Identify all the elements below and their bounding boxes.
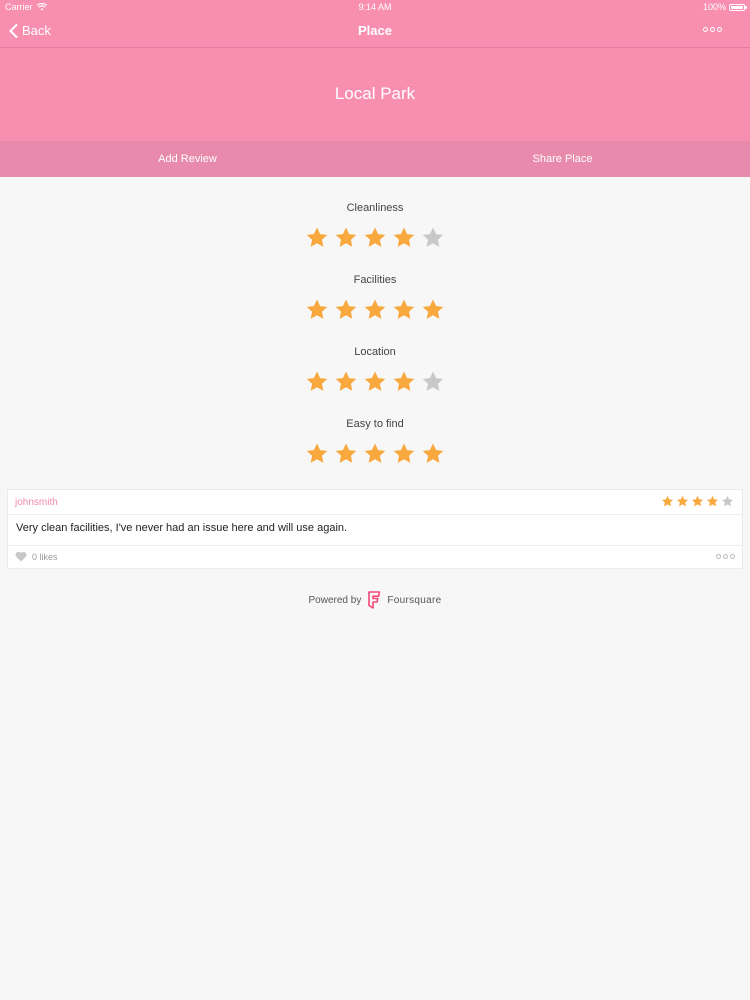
action-bar: Add Review Share Place: [0, 141, 750, 177]
star-filled-icon: [364, 371, 386, 391]
star-filled-icon: [306, 371, 328, 391]
review-star-rating: [661, 495, 734, 508]
rating-easy-to-find: Easy to find: [0, 418, 750, 466]
powered-by-label: Powered by: [308, 594, 362, 606]
star-filled-icon: [422, 443, 444, 463]
rating-label: Facilities: [353, 274, 397, 286]
star-filled-icon: [393, 299, 415, 319]
battery-percent: 100%: [702, 2, 726, 12]
navigation-bar: Back Place: [0, 14, 750, 48]
likes-count: 0 likes: [32, 551, 58, 562]
star-filled-icon: [393, 443, 415, 463]
star-empty-icon: [422, 371, 444, 391]
star-filled-icon: [691, 495, 704, 507]
place-header: Local Park: [0, 48, 750, 141]
star-filled-icon: [335, 371, 357, 391]
rating-cleanliness: Cleanliness: [0, 202, 750, 250]
status-bar: Carrier 9:14 AM 100%: [0, 0, 750, 14]
star-rating[interactable]: [0, 226, 750, 250]
star-filled-icon: [364, 443, 386, 463]
star-filled-icon: [661, 495, 674, 507]
share-place-button[interactable]: Share Place: [375, 141, 750, 177]
star-empty-icon: [721, 495, 734, 507]
star-rating[interactable]: [0, 298, 750, 322]
star-filled-icon: [335, 443, 357, 463]
status-time: 9:14 AM: [358, 2, 392, 12]
review-card: johnsmith Very clean facilities, I've ne…: [7, 489, 743, 569]
star-filled-icon: [335, 227, 357, 247]
star-filled-icon: [306, 227, 328, 247]
foursquare-logo-icon: [368, 591, 381, 609]
heart-icon: [15, 551, 27, 562]
powered-by-foursquare: Powered by Foursquare: [0, 591, 750, 609]
battery-indicator: 100%: [702, 2, 747, 12]
like-button[interactable]: 0 likes: [15, 551, 58, 562]
star-filled-icon: [335, 299, 357, 319]
rating-facilities: Facilities: [0, 274, 750, 322]
divider: [8, 545, 742, 546]
add-review-button[interactable]: Add Review: [0, 141, 375, 177]
divider: [8, 514, 742, 515]
star-filled-icon: [306, 443, 328, 463]
review-username[interactable]: johnsmith: [15, 497, 58, 508]
rating-label: Cleanliness: [346, 202, 404, 214]
star-filled-icon: [364, 299, 386, 319]
more-icon[interactable]: [703, 27, 722, 32]
page-title: Place: [358, 23, 392, 38]
star-filled-icon: [422, 299, 444, 319]
star-rating[interactable]: [0, 442, 750, 466]
review-more-icon[interactable]: [716, 554, 735, 559]
star-filled-icon: [393, 227, 415, 247]
foursquare-label: Foursquare: [387, 594, 442, 606]
rating-label: Location: [354, 346, 396, 358]
star-filled-icon: [393, 371, 415, 391]
rating-label: Easy to find: [346, 418, 404, 430]
battery-icon: [729, 3, 747, 11]
star-filled-icon: [676, 495, 689, 507]
star-empty-icon: [422, 227, 444, 247]
review-text: Very clean facilities, I've never had an…: [16, 522, 348, 534]
star-filled-icon: [306, 299, 328, 319]
star-filled-icon: [364, 227, 386, 247]
place-name: Local Park: [334, 84, 416, 103]
star-filled-icon: [706, 495, 719, 507]
star-rating[interactable]: [0, 370, 750, 394]
rating-location: Location: [0, 346, 750, 394]
